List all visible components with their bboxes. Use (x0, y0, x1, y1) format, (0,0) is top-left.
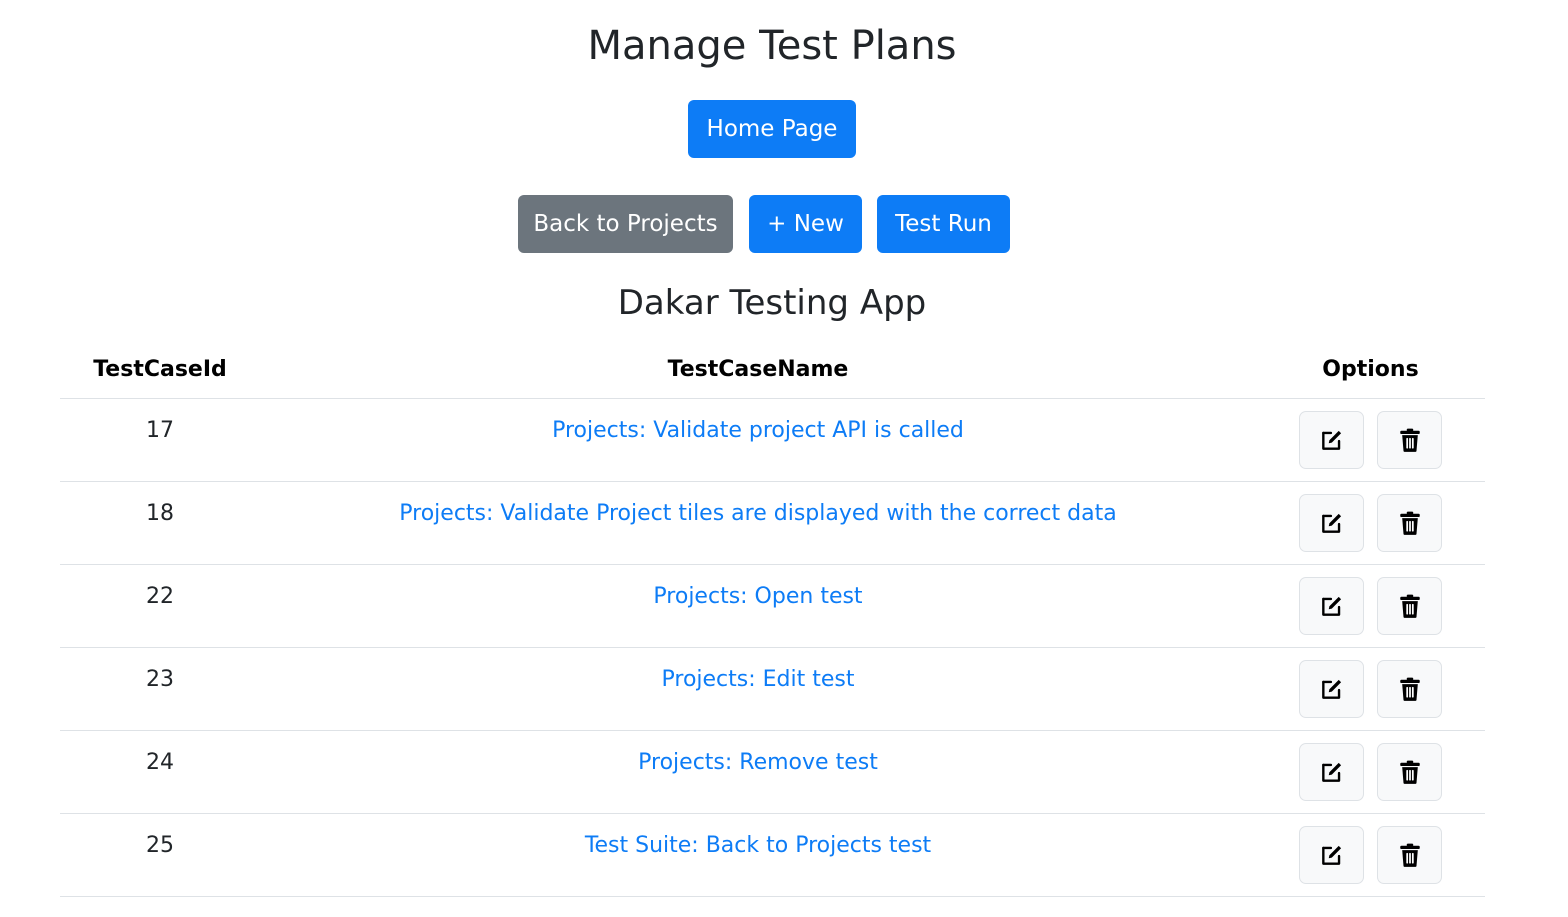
edit-icon (1321, 596, 1341, 616)
back-to-projects-button[interactable]: Back to Projects (518, 195, 733, 253)
trash-icon (1399, 594, 1420, 618)
edit-icon (1321, 513, 1341, 533)
trash-icon (1399, 843, 1420, 867)
test-case-id: 17 (60, 398, 260, 482)
edit-button[interactable] (1299, 826, 1364, 884)
home-page-button[interactable]: Home Page (688, 100, 856, 158)
options-cell (1256, 564, 1485, 648)
delete-button[interactable] (1377, 494, 1442, 552)
test-case-name-link[interactable]: Test Suite: Back to Projects test (585, 833, 931, 858)
test-case-name-link[interactable]: Projects: Remove test (638, 750, 878, 775)
test-case-name-link[interactable]: Projects: Edit test (662, 667, 855, 692)
trash-icon (1399, 677, 1420, 701)
header-testcasename: TestCaseName (260, 340, 1256, 399)
table-row: 24 Projects: Remove test (60, 730, 1485, 814)
options-cell (1256, 481, 1485, 565)
trash-icon (1399, 428, 1420, 452)
test-case-id: 24 (60, 730, 260, 814)
table-row: 17 Projects: Validate project API is cal… (60, 398, 1485, 482)
options-cell (1256, 730, 1485, 814)
edit-icon (1321, 845, 1341, 865)
test-case-name-link[interactable]: Projects: Open test (653, 584, 862, 609)
edit-icon (1321, 679, 1341, 699)
trash-icon (1399, 760, 1420, 784)
table-header-row: TestCaseId TestCaseName Options (60, 340, 1485, 399)
test-run-button[interactable]: Test Run (877, 195, 1010, 253)
test-case-id: 23 (60, 647, 260, 731)
table-body: 17 Projects: Validate project API is cal… (60, 398, 1485, 897)
edit-button[interactable] (1299, 494, 1364, 552)
page-title: Manage Test Plans (587, 23, 957, 69)
edit-button[interactable] (1299, 743, 1364, 801)
delete-button[interactable] (1377, 743, 1442, 801)
page: Manage Test Plans Home Page Back to Proj… (0, 0, 1568, 917)
test-case-id: 22 (60, 564, 260, 648)
new-test-case-button[interactable]: + New (749, 195, 862, 253)
project-title: Dakar Testing App (617, 283, 927, 323)
options-cell (1256, 647, 1485, 731)
options-cell (1256, 813, 1485, 897)
options-cell (1256, 398, 1485, 482)
table-row: 23 Projects: Edit test (60, 647, 1485, 731)
test-case-name-link[interactable]: Projects: Validate Project tiles are dis… (399, 501, 1116, 526)
test-cases-table: TestCaseId TestCaseName Options 17 Proje… (60, 340, 1485, 897)
table-row: 22 Projects: Open test (60, 564, 1485, 648)
edit-icon (1321, 762, 1341, 782)
delete-button[interactable] (1377, 577, 1442, 635)
table-row: 25 Test Suite: Back to Projects test (60, 813, 1485, 897)
trash-icon (1399, 511, 1420, 535)
header-testcaseid: TestCaseId (60, 340, 260, 399)
edit-icon (1321, 430, 1341, 450)
edit-button[interactable] (1299, 577, 1364, 635)
delete-button[interactable] (1377, 826, 1442, 884)
test-case-id: 25 (60, 813, 260, 897)
edit-button[interactable] (1299, 411, 1364, 469)
delete-button[interactable] (1377, 411, 1442, 469)
test-case-name-link[interactable]: Projects: Validate project API is called (552, 418, 964, 443)
test-case-id: 18 (60, 481, 260, 565)
delete-button[interactable] (1377, 660, 1442, 718)
header-options: Options (1256, 340, 1485, 399)
table-row: 18 Projects: Validate Project tiles are … (60, 481, 1485, 565)
edit-button[interactable] (1299, 660, 1364, 718)
